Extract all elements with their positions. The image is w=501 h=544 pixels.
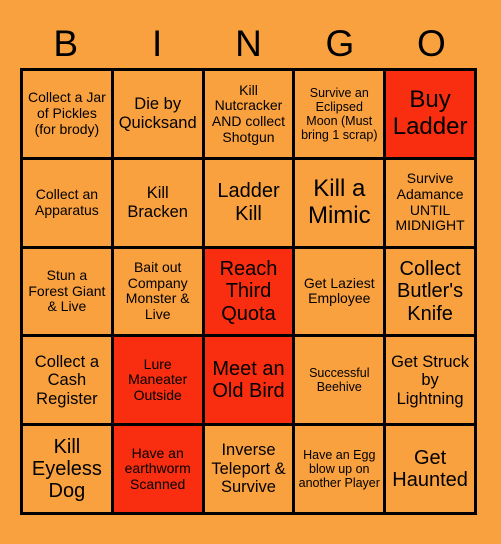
bingo-cell-label: Die by Quicksand bbox=[118, 95, 197, 132]
bingo-cell[interactable]: Die by Quicksand bbox=[113, 71, 205, 160]
bingo-cell-label: Survive Adamance UNTIL MIDNIGHT bbox=[395, 170, 465, 234]
bingo-cell[interactable]: Collect a Jar of Pickles (for brody) bbox=[23, 71, 114, 160]
bingo-cell[interactable]: Have an Egg blow up on another Player bbox=[295, 426, 387, 515]
bingo-cell[interactable]: Buy Ladder bbox=[386, 71, 477, 160]
bingo-cell[interactable]: Reach Third Quota bbox=[204, 248, 296, 338]
bingo-cell[interactable]: Inverse Teleport & Survive bbox=[204, 426, 296, 515]
bingo-cell[interactable]: Bait out Company Monster & Live bbox=[113, 248, 205, 338]
bingo-cell-label: Ladder Kill bbox=[217, 180, 280, 225]
bingo-cell[interactable]: Stun a Forest Giant & Live bbox=[23, 248, 114, 338]
bingo-cell[interactable]: Collect a Cash Register bbox=[23, 337, 114, 427]
bingo-cell-label: Kill Bracken bbox=[127, 184, 188, 221]
bingo-cell[interactable]: Get Laziest Employee bbox=[295, 248, 387, 338]
bingo-cell[interactable]: Collect Butler's Knife bbox=[386, 248, 477, 338]
bingo-cell-label: Survive an Eclipsed Moon (Must bring 1 s… bbox=[301, 85, 378, 142]
header-letter-i: I bbox=[151, 22, 163, 64]
header-letter-n: N bbox=[235, 22, 262, 64]
bingo-cell[interactable]: Lure Maneater Outside bbox=[113, 337, 205, 427]
bingo-cell[interactable]: Survive Adamance UNTIL MIDNIGHT bbox=[386, 159, 477, 249]
bingo-cell-label: Successful Beehive bbox=[309, 366, 370, 395]
bingo-grid: Collect a Jar of Pickles (for brody) Die … bbox=[20, 68, 477, 515]
bingo-cell[interactable]: Kill Eyeless Dog bbox=[23, 426, 114, 515]
bingo-cell[interactable]: Successful Beehive bbox=[295, 337, 387, 427]
bingo-cell[interactable]: Get Haunted bbox=[386, 426, 477, 515]
bingo-cell-label: Kill Nutcracker AND collect Shotgun bbox=[211, 81, 286, 145]
bingo-cell[interactable]: Meet an Old Bird bbox=[204, 337, 296, 427]
bingo-cell-label: Meet an Old Bird bbox=[212, 357, 285, 403]
bingo-cell[interactable]: Have an earthworm Scanned bbox=[113, 426, 205, 515]
bingo-cell[interactable]: Kill Nutcracker AND collect Shotgun bbox=[204, 71, 296, 160]
bingo-cell-label: Buy Ladder bbox=[392, 86, 468, 140]
bingo-cell-label: Kill Eyeless Dog bbox=[31, 435, 102, 503]
bingo-header: B I N G O bbox=[20, 18, 477, 68]
bingo-cell-label: Collect Butler's Knife bbox=[397, 257, 464, 325]
bingo-cell-label: Inverse Teleport & Survive bbox=[211, 441, 286, 497]
bingo-cell-label: Get Haunted bbox=[392, 446, 468, 492]
header-letter-o: O bbox=[416, 22, 446, 64]
bingo-cell[interactable]: Get Struck by Lightning bbox=[386, 337, 477, 427]
bingo-cell[interactable]: Collect an Apparatus bbox=[23, 159, 114, 249]
bingo-cell-label: Collect an Apparatus bbox=[34, 186, 99, 218]
bingo-cell[interactable]: Kill Bracken bbox=[113, 159, 205, 249]
bingo-cell[interactable]: Survive an Eclipsed Moon (Must bring 1 s… bbox=[295, 71, 387, 160]
bingo-cell[interactable]: Kill a Mimic bbox=[295, 159, 387, 249]
bingo-cell-label: Have an Egg blow up on another Player bbox=[298, 448, 380, 491]
bingo-cell-label: Reach Third Quota bbox=[219, 257, 278, 325]
bingo-cell-label: Have an earthworm Scanned bbox=[124, 444, 191, 492]
bingo-cell-label: Kill a Mimic bbox=[307, 174, 371, 229]
header-letter-g: G bbox=[325, 22, 355, 64]
header-letter-b: B bbox=[53, 22, 79, 64]
bingo-cell-label: Lure Maneater Outside bbox=[128, 355, 188, 404]
bingo-cell[interactable]: Ladder Kill bbox=[204, 159, 296, 249]
bingo-cell-label: Get Struck by Lightning bbox=[391, 352, 470, 408]
bingo-cell-label: Get Laziest Employee bbox=[303, 274, 375, 307]
bingo-cell-label: Collect a Cash Register bbox=[34, 352, 99, 408]
bingo-cell-label: Bait out Company Monster & Live bbox=[125, 259, 190, 323]
bingo-cell-label: Collect a Jar of Pickles (for brody) bbox=[27, 89, 106, 137]
bingo-cell-label: Stun a Forest Giant & Live bbox=[28, 266, 106, 315]
bingo-card: B I N G O Collect a Jar of Pickles (for … bbox=[0, 0, 501, 544]
